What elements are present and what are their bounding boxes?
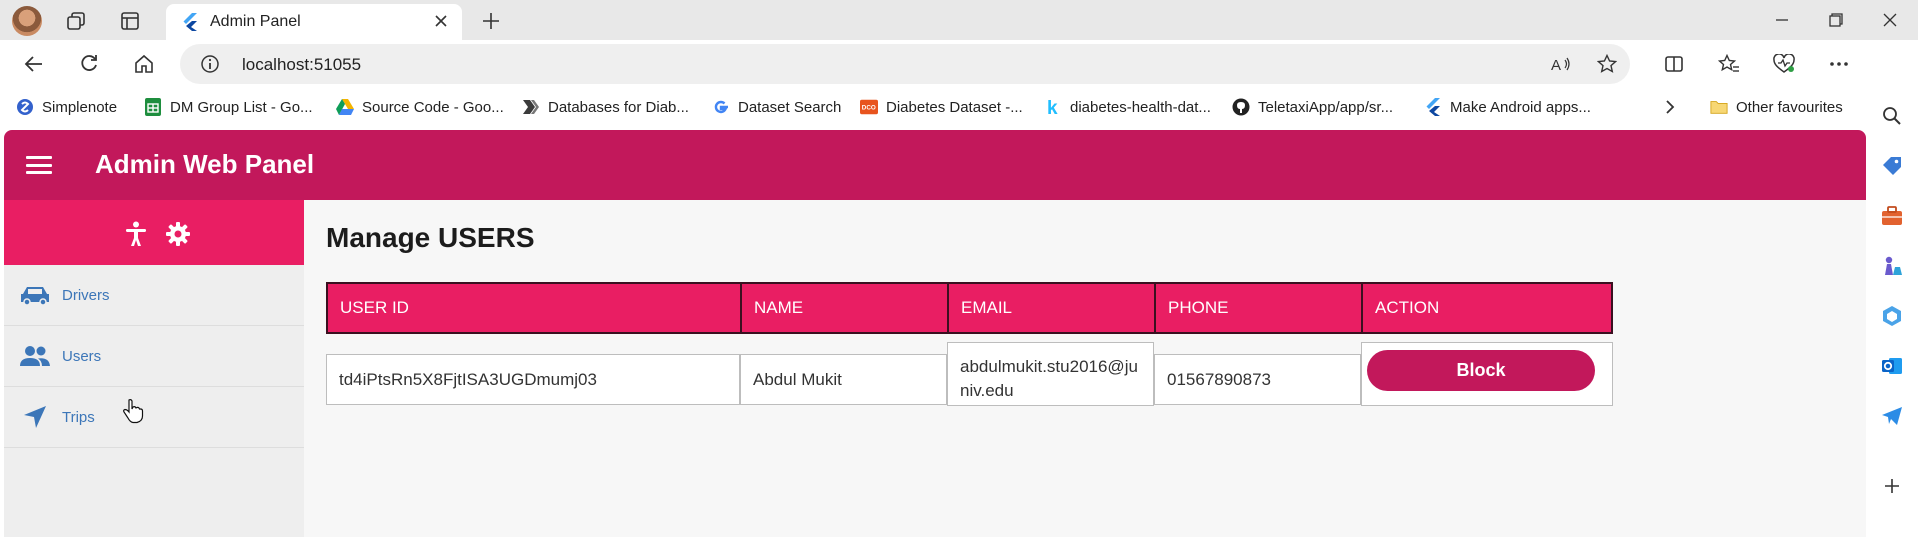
page-viewport: Admin Web Panel Drivers Users Trips Mana… <box>4 130 1866 537</box>
navigation-icon <box>18 402 52 432</box>
people-icon <box>18 341 52 371</box>
drive-icon <box>336 98 354 116</box>
sidebar-item-label: Users <box>62 347 102 365</box>
kaggle-icon: k <box>1044 98 1062 116</box>
sidebar-item-users[interactable]: Users <box>4 326 304 386</box>
car-icon <box>18 280 52 310</box>
cell-name: Abdul Mukit <box>740 354 947 405</box>
google-icon <box>712 98 730 116</box>
browser-essentials-icon[interactable] <box>1768 48 1800 80</box>
search-icon[interactable] <box>1878 102 1906 130</box>
close-tab-icon[interactable] <box>430 10 452 32</box>
app-title: Admin Web Panel <box>95 149 315 179</box>
sidebar-item-drivers[interactable]: Drivers <box>4 265 304 325</box>
profile-avatar[interactable] <box>12 6 42 36</box>
menu-hamburger-icon[interactable] <box>26 152 52 178</box>
sheets-icon <box>144 98 162 116</box>
home-icon[interactable] <box>128 48 160 80</box>
shopping-tag-icon[interactable] <box>1878 152 1906 180</box>
cell-phone: 01567890873 <box>1154 354 1361 405</box>
edge-sidebar <box>1866 40 1918 537</box>
column-header-phone: PHONE <box>1154 282 1363 334</box>
split-screen-icon[interactable] <box>1658 48 1690 80</box>
bookmarks-overflow-chevron-icon[interactable] <box>1664 96 1676 118</box>
sidebar-item-label: Drivers <box>62 286 110 304</box>
bookmark-icon <box>522 98 540 116</box>
folder-icon <box>1710 98 1728 116</box>
address-bar[interactable]: localhost:51055 A <box>180 44 1630 84</box>
bookmark-diabetes-health-data[interactable]: k diabetes-health-dat... <box>1044 96 1211 118</box>
outlook-icon[interactable] <box>1878 352 1906 380</box>
bookmark-dm-group-list[interactable]: DM Group List - Go... <box>144 96 313 118</box>
settings-gear-icon[interactable] <box>164 220 192 248</box>
browser-toolbar: localhost:51055 A <box>0 40 1918 88</box>
dataset-icon: DCO <box>860 98 878 116</box>
microsoft-365-icon[interactable] <box>1878 302 1906 330</box>
flutter-icon <box>1424 98 1442 116</box>
github-icon <box>1232 98 1250 116</box>
column-header-action: ACTION <box>1361 282 1613 334</box>
sidebar-item-trips[interactable]: Trips <box>4 387 304 447</box>
browser-tab-strip: Admin Panel <box>0 0 1918 40</box>
games-chess-icon[interactable] <box>1878 252 1906 280</box>
minimize-icon[interactable] <box>1762 4 1802 36</box>
svg-text:k: k <box>1047 98 1058 116</box>
accessibility-icon[interactable] <box>122 220 150 248</box>
cell-email: abdulmukit.stu2016@juniv.edu <box>947 342 1154 406</box>
site-info-icon[interactable] <box>200 54 220 79</box>
tab-title: Admin Panel <box>210 13 301 30</box>
side-drawer: Drivers Users Trips <box>4 200 304 537</box>
bookmark-simplenote[interactable]: Simplenote <box>16 96 117 118</box>
back-icon[interactable] <box>18 48 50 80</box>
read-aloud-icon[interactable]: A <box>1547 52 1575 76</box>
flutter-icon <box>182 13 198 36</box>
favorite-star-icon[interactable] <box>1593 52 1621 76</box>
column-header-user-id: USER ID <box>326 282 742 334</box>
page-title: Manage USERS <box>326 222 535 253</box>
workspaces-icon[interactable] <box>62 7 90 35</box>
svg-text:A: A <box>1551 57 1561 73</box>
bookmark-other-favourites[interactable]: Other favourites <box>1710 96 1843 118</box>
new-tab-button[interactable] <box>476 6 506 36</box>
mouse-cursor-icon <box>122 398 144 429</box>
tools-briefcase-icon[interactable] <box>1878 202 1906 230</box>
bookmark-dataset-search[interactable]: Dataset Search <box>712 96 841 118</box>
add-sidebar-app-icon[interactable] <box>1878 472 1906 500</box>
column-header-name: NAME <box>740 282 949 334</box>
bookmark-databases-diabetes[interactable]: Databases for Diab... <box>522 96 689 118</box>
simplenote-icon <box>16 98 34 116</box>
bookmark-make-android-apps[interactable]: Make Android apps... <box>1424 96 1591 118</box>
bookmark-diabetes-dataset[interactable]: DCO Diabetes Dataset -... <box>860 96 1023 118</box>
url-text: localhost:51055 <box>242 55 362 74</box>
favorites-icon[interactable] <box>1713 48 1745 80</box>
restore-icon[interactable] <box>1816 4 1856 36</box>
more-options-icon[interactable] <box>1823 48 1855 80</box>
send-telegram-icon[interactable] <box>1878 402 1906 430</box>
sidebar-item-label: Trips <box>62 408 95 426</box>
tab-admin-panel[interactable]: Admin Panel <box>166 4 462 40</box>
refresh-icon[interactable] <box>73 48 105 80</box>
bookmark-teletaxi-app[interactable]: TeletaxiApp/app/sr... <box>1232 96 1393 118</box>
column-header-email: EMAIL <box>947 282 1156 334</box>
bookmark-source-code[interactable]: Source Code - Goo... <box>336 96 504 118</box>
bookmarks-bar: Simplenote DM Group List - Go... Source … <box>0 88 1880 126</box>
svg-text:DCO: DCO <box>862 105 876 112</box>
block-user-button[interactable]: Block <box>1367 350 1595 391</box>
close-window-icon[interactable] <box>1870 4 1910 36</box>
sidebar-divider <box>4 447 304 448</box>
main-content: Manage USERS USER ID NAME EMAIL PHONE AC… <box>304 200 1849 537</box>
app-bar: Admin Web Panel <box>4 130 1866 200</box>
vertical-tabs-icon[interactable] <box>116 7 144 35</box>
cell-user-id: td4iPtsRn5X8FjtISA3UGDmumj03 <box>326 354 740 405</box>
drawer-header <box>4 200 304 265</box>
